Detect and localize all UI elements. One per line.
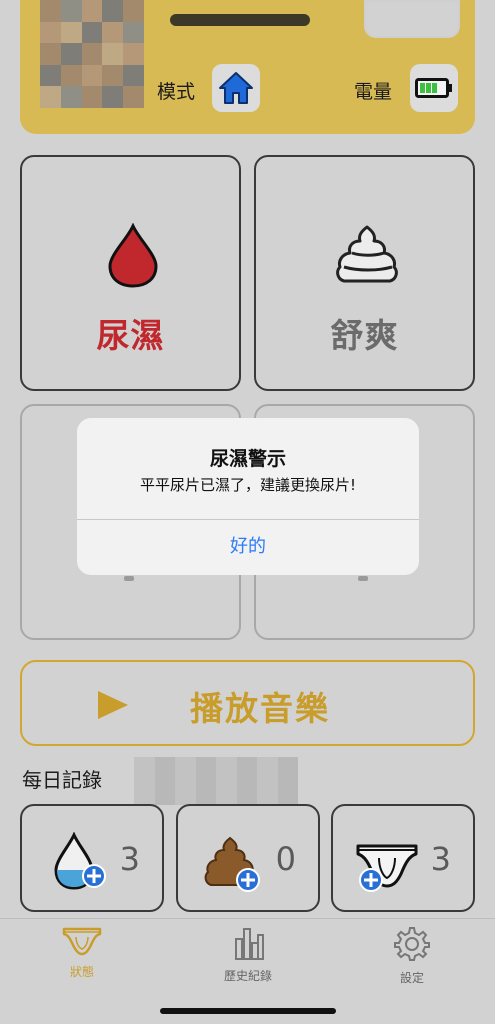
alert-title: 尿濕警示 xyxy=(209,448,286,470)
alert-message: 平平尿片已濕了，建議更換尿片! xyxy=(139,476,356,494)
wet-alert-dialog: 尿濕警示 平平尿片已濕了，建議更換尿片! 好的 xyxy=(77,418,419,575)
alert-ok-button[interactable]: 好的 xyxy=(77,519,419,575)
